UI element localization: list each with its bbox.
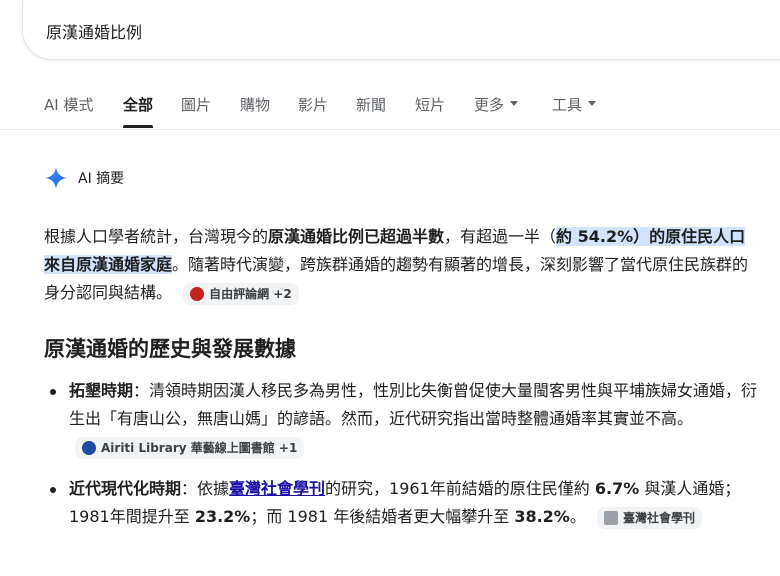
bullet-list: 拓墾時期：清領時期因漢人移民多為男性，性別比失衡曾促使大量閩客男性與平埔族婦女通…: [44, 377, 759, 545]
bullet-value: 6.7%: [594, 479, 640, 498]
tab-label: 圖片: [181, 96, 212, 114]
search-box[interactable]: 原漢通婚比例: [22, 0, 780, 60]
tab-label: 工具: [552, 96, 583, 114]
bullet-title: 拓墾時期: [69, 381, 134, 400]
bullet-text: 的研究，1961年前結婚的原住民僅約: [325, 479, 595, 498]
tab-label: 全部: [123, 96, 154, 114]
bullet-value: 23.2%: [194, 507, 251, 526]
tabs-divider: [0, 129, 780, 130]
tab-label: 新聞: [356, 96, 387, 114]
journal-logo-icon: [603, 510, 618, 525]
tab-label: 購物: [240, 96, 271, 114]
tab-label: 影片: [298, 96, 329, 114]
tab-videos[interactable]: 影片: [298, 94, 328, 130]
tab-label: 短片: [415, 96, 446, 114]
search-input[interactable]: 原漢通婚比例: [46, 19, 142, 43]
tab-news[interactable]: 新聞: [356, 94, 386, 130]
bullet-title: 近代現代化時期: [69, 479, 182, 498]
list-item: 拓墾時期：清領時期因漢人移民多為男性，性別比失衡曾促使大量閩客男性與平埔族婦女通…: [44, 377, 759, 461]
chevron-down-icon: [510, 101, 519, 106]
summary-text: ，有超過一半（: [444, 227, 557, 246]
journal-link[interactable]: 臺灣社會學刊: [229, 479, 325, 498]
sparkle-icon: [45, 167, 67, 189]
tab-tools[interactable]: 工具: [552, 94, 597, 130]
source-chip[interactable]: 自由評論網 +2: [183, 282, 299, 305]
source-chip[interactable]: 臺灣社會學刊: [596, 506, 702, 529]
ltn-logo-icon: [190, 286, 205, 301]
bullet-text: ：清領時期因漢人移民多為男性，性別比失衡曾促使大量閩客男性與平埔族婦女通婚，衍生…: [69, 381, 758, 428]
ai-overview-header: AI 摘要: [44, 166, 124, 190]
tab-shopping[interactable]: 購物: [240, 94, 270, 130]
source-label: Airiti Library 華藝線上圖書館 +1: [101, 440, 298, 455]
tab-shorts[interactable]: 短片: [415, 94, 445, 130]
tab-all[interactable]: 全部: [123, 94, 154, 130]
tab-ai-mode[interactable]: AI 模式: [44, 94, 93, 130]
tab-label: AI 模式: [44, 96, 94, 114]
airiti-logo-icon: [82, 440, 96, 455]
source-chip[interactable]: Airiti Library 華藝線上圖書館 +1: [75, 436, 305, 459]
bullet-text: ；而 1981 年後結婚者更大幅攀升至: [250, 507, 515, 526]
bullet-value: 38.2%: [514, 507, 570, 526]
chevron-down-icon: [588, 101, 597, 106]
ai-overview-label: AI 摘要: [78, 171, 125, 187]
tab-images[interactable]: 圖片: [181, 94, 211, 130]
tab-more[interactable]: 更多: [474, 94, 519, 130]
list-item: 近代現代化時期：依據臺灣社會學刊的研究，1961年前結婚的原住民僅約 6.7% …: [44, 475, 759, 531]
summary-bold: 原漢通婚比例已超過半數: [268, 227, 445, 246]
source-label: 臺灣社會學刊: [622, 510, 695, 525]
bullet-text: ：依據: [181, 479, 230, 498]
bullet-text: 。: [569, 507, 586, 526]
tab-label: 更多: [474, 96, 505, 114]
section-heading: 原漢通婚的歷史與發展數據: [44, 337, 296, 361]
source-label: 自由評論網 +2: [209, 286, 292, 301]
ai-summary-paragraph: 根據人口學者統計，台灣現今的原漢通婚比例已超過半數，有超過一半（約 54.2%）…: [44, 223, 759, 307]
summary-text: 根據人口學者統計，台灣現今的: [44, 227, 269, 246]
